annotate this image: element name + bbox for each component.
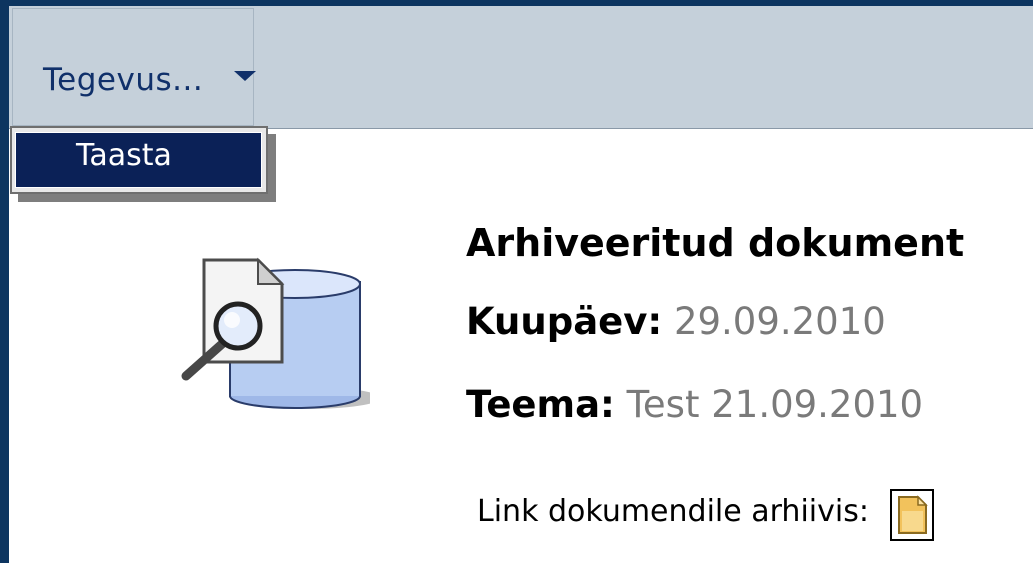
actions-menu-label: Tegevus... [43, 62, 204, 98]
chevron-down-icon [234, 71, 256, 81]
topic-row: Teema: Test 21.09.2010 [466, 383, 923, 426]
topic-label: Teema: [466, 383, 615, 426]
actions-menu-button[interactable]: Tegevus... [12, 8, 256, 126]
date-row: Kuupäev: 29.09.2010 [466, 300, 886, 343]
archived-document-window: Tegevus... Taasta Arhiveeritud dokument … [0, 0, 1033, 563]
date-value: 29.09.2010 [673, 300, 886, 343]
archive-search-icon [181, 257, 370, 409]
menu-item-restore[interactable]: Taasta [15, 132, 262, 188]
document-icon[interactable] [890, 489, 934, 541]
date-label: Kuupäev: [466, 300, 663, 343]
archive-link-label: Link dokumendile arhiivis: [477, 494, 869, 529]
document-heading: Arhiveeritud dokument [466, 221, 965, 265]
topic-value: Test 21.09.2010 [626, 383, 924, 426]
window-left-border [0, 0, 9, 563]
actions-dropdown-menu: Taasta [10, 126, 268, 194]
